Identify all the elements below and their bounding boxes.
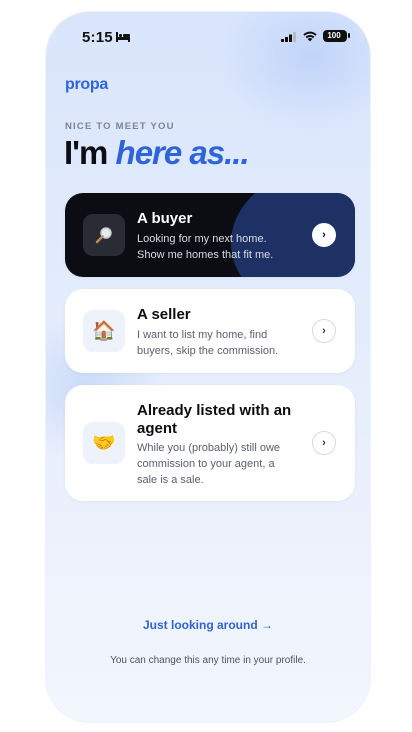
status-bar: 5:15 100	[46, 12, 370, 62]
headline-prefix: I'm	[64, 134, 108, 171]
wifi-icon	[303, 31, 317, 42]
battery-level: 100	[327, 31, 341, 40]
headline-accent: here as...	[115, 134, 250, 171]
sleep-bed-icon	[116, 32, 130, 42]
chevron-right-icon[interactable]: ›	[312, 319, 336, 343]
option-description: I want to list my home, find buyers, ski…	[137, 329, 279, 357]
chevron-right-icon[interactable]: ›	[312, 223, 336, 247]
option-description: While you (probably) still owe commissio…	[137, 442, 281, 486]
handshake-icon: 🤝	[83, 422, 125, 464]
brand-logo: propa	[65, 76, 108, 93]
option-card-listed-agent[interactable]: 🤝 Already listed with an agent While you…	[65, 385, 355, 501]
house-icon: 🏠	[83, 310, 125, 352]
option-title: Already listed with an agent	[137, 402, 292, 437]
chevron-right-icon[interactable]: ›	[312, 431, 336, 455]
eyebrow-label: NICE TO MEET YOU	[65, 121, 175, 132]
option-card-seller[interactable]: 🏠 A seller I want to list my home, find …	[65, 289, 355, 373]
footer-note: You can change this any time in your pro…	[110, 655, 306, 666]
option-description: Looking for my next home. Show me homes …	[137, 233, 274, 261]
just-looking-link[interactable]: Just looking around →	[46, 618, 370, 632]
option-card-buyer[interactable]: A buyer Looking for my next home. Show m…	[65, 193, 355, 277]
battery-icon: 100	[323, 30, 347, 42]
page-title: I'm here as...	[64, 134, 250, 172]
option-title: A buyer	[137, 210, 193, 227]
option-title: A seller	[137, 306, 191, 323]
magnifier-icon	[83, 214, 125, 256]
status-time: 5:15	[82, 29, 113, 46]
cellular-signal-icon	[281, 32, 296, 42]
phone-screen: 5:15 100 propa NICE TO MEET YOU I'm here…	[46, 12, 370, 722]
